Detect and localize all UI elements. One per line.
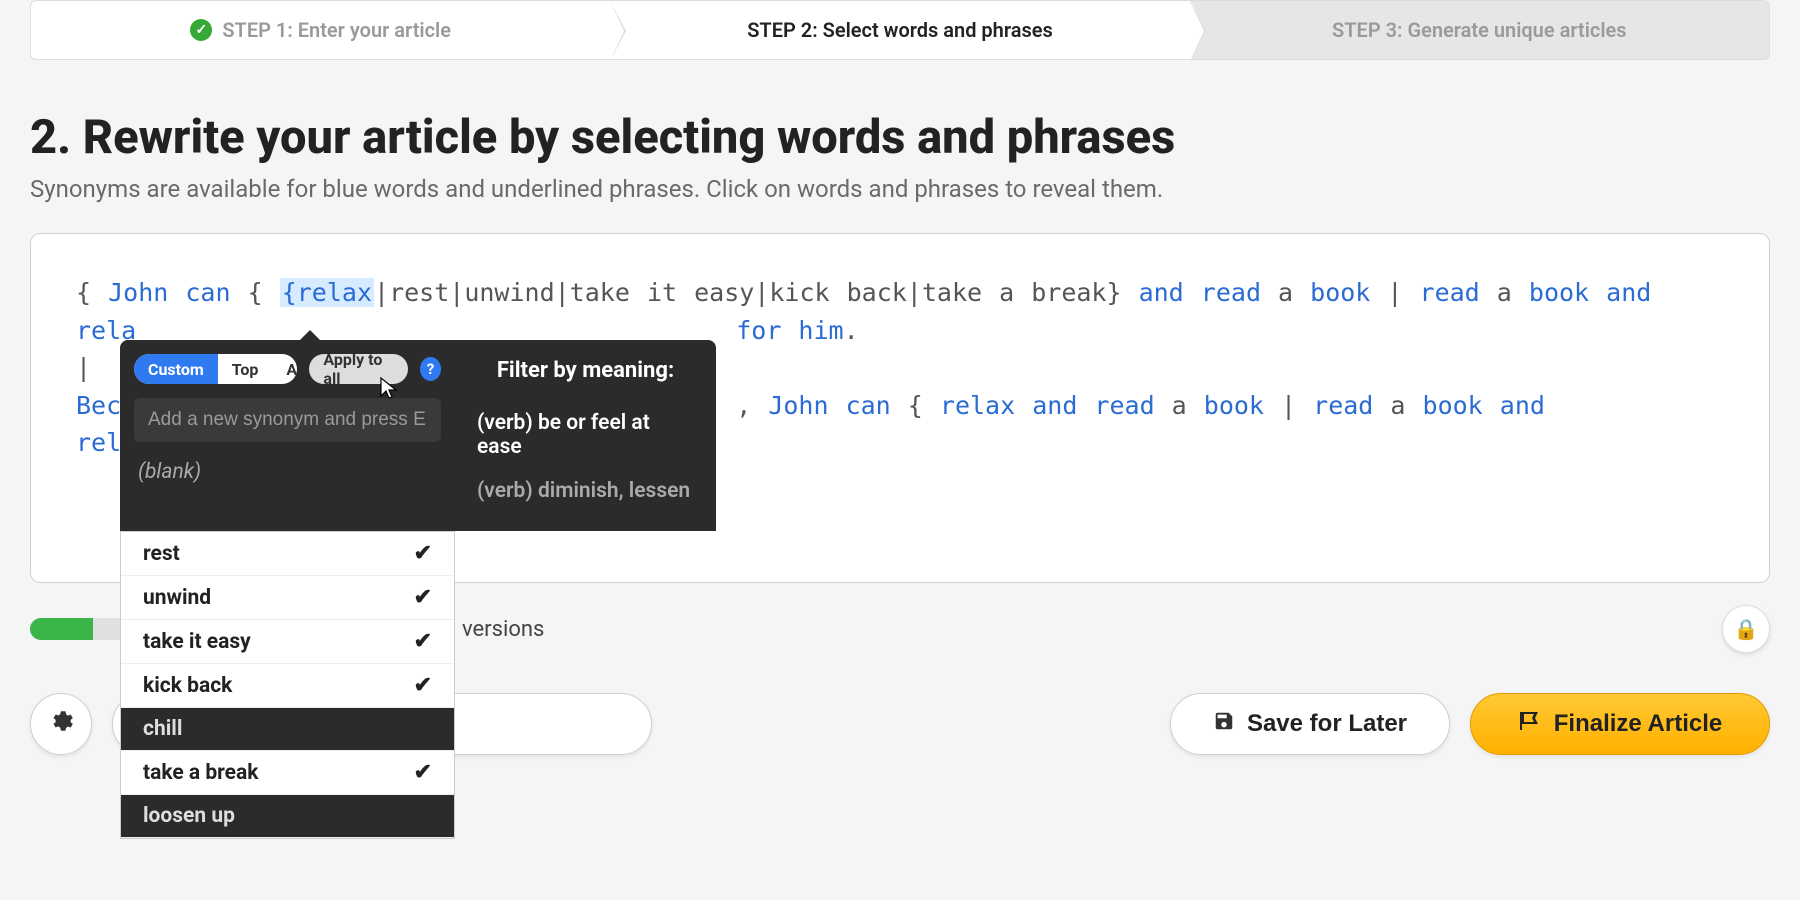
check-icon: ✔ <box>414 629 432 654</box>
word-book-2[interactable]: book <box>1204 391 1264 420</box>
settings-button[interactable] <box>30 693 92 755</box>
phrase-and-read[interactable]: and read <box>1122 278 1261 307</box>
gear-icon <box>48 708 74 741</box>
check-icon: ✔ <box>414 541 432 566</box>
save-icon <box>1213 710 1235 739</box>
step-3-label: STEP 3: Generate unique articles <box>1332 18 1627 42</box>
phrase-john-can[interactable]: John can <box>768 391 890 420</box>
synonym-item[interactable]: take a break ✔ <box>121 751 454 795</box>
tab-top[interactable]: Top <box>218 354 273 384</box>
help-icon: ? <box>427 360 434 378</box>
page-title: 2. Rewrite your article by selecting wor… <box>30 110 1770 165</box>
help-button[interactable]: ? <box>420 357 441 381</box>
synonym-list: rest ✔ unwind ✔ take it easy ✔ kick back ✔ chill… <box>120 531 455 839</box>
word-relax-spin[interactable]: {relax <box>280 278 374 307</box>
finalize-article-button[interactable]: Finalize Article <box>1470 693 1770 755</box>
step-1[interactable]: ✓ STEP 1: Enter your article <box>31 1 610 59</box>
add-synonym-input[interactable] <box>134 398 441 442</box>
meaning-ease[interactable]: (verb) be or feel at ease <box>477 401 694 469</box>
word-can[interactable]: can <box>168 278 230 307</box>
word-john[interactable]: John <box>108 278 168 307</box>
phrase-book-and[interactable]: book and <box>1529 278 1651 307</box>
tab-custom[interactable]: Custom <box>134 354 218 384</box>
step-2-label: STEP 2: Select words and phrases <box>747 18 1053 42</box>
filter-pill-group: Custom Top All <box>134 354 297 384</box>
synonym-item[interactable]: take it easy ✔ <box>121 620 454 664</box>
synonym-item[interactable]: loosen up <box>121 795 454 838</box>
synonym-label: take it easy <box>143 630 251 654</box>
page-subtitle: Synonyms are available for blue words an… <box>30 175 1770 203</box>
check-icon: ✔ <box>414 760 432 785</box>
popover-right: Filter by meaning: (verb) be or feel at … <box>455 340 716 531</box>
lock-icon: 🔒 <box>1734 617 1759 641</box>
save-for-later-button[interactable]: Save for Later <box>1170 693 1450 755</box>
apply-to-all-button[interactable]: Apply to all <box>309 354 407 384</box>
synonym-popover: Custom Top All Apply to all ? (blank) Fi… <box>120 340 716 839</box>
step-2[interactable]: STEP 2: Select words and phrases <box>610 1 1189 59</box>
finalize-label: Finalize Article <box>1554 710 1723 738</box>
progress-fill <box>30 618 93 640</box>
synonym-label: kick back <box>143 674 232 698</box>
pill-row: Custom Top All Apply to all ? <box>134 354 441 384</box>
popover-left: Custom Top All Apply to all ? (blank) <box>120 340 455 531</box>
synonym-item[interactable]: chill <box>121 708 454 751</box>
popover-top: Custom Top All Apply to all ? (blank) Fi… <box>120 340 716 531</box>
synonym-item[interactable]: kick back ✔ <box>121 664 454 708</box>
save-label: Save for Later <box>1247 710 1407 738</box>
tab-all[interactable]: All <box>272 354 297 384</box>
synonym-label: take a break <box>143 761 258 785</box>
check-icon: ✓ <box>190 19 212 41</box>
check-icon: ✔ <box>414 673 432 698</box>
phrase-relax-and-read[interactable]: relax and read <box>940 391 1155 420</box>
flag-icon <box>1518 709 1542 740</box>
step-1-label: STEP 1: Enter your article <box>222 18 451 42</box>
synonym-label: unwind <box>143 586 211 610</box>
phrase-for-him[interactable]: for him <box>736 316 843 345</box>
phrase-book-and-2[interactable]: book and <box>1423 391 1545 420</box>
synonym-label: chill <box>143 717 182 741</box>
synonym-item[interactable]: unwind ✔ <box>121 576 454 620</box>
synonym-item[interactable]: rest ✔ <box>121 532 454 576</box>
synonym-label: loosen up <box>143 804 235 828</box>
word-read-2[interactable]: read <box>1313 391 1373 420</box>
word-book[interactable]: book <box>1310 278 1370 307</box>
step-3[interactable]: STEP 3: Generate unique articles <box>1190 1 1769 59</box>
blank-option[interactable]: (blank) <box>134 442 441 498</box>
lock-button[interactable]: 🔒 <box>1722 605 1770 653</box>
filter-title: Filter by meaning: <box>477 358 694 383</box>
check-icon: ✔ <box>414 585 432 610</box>
word-read[interactable]: read <box>1420 278 1480 307</box>
synonym-label: rest <box>143 542 180 566</box>
meaning-lessen[interactable]: (verb) diminish, lessen <box>477 469 694 513</box>
stepper: ✓ STEP 1: Enter your article STEP 2: Sel… <box>30 0 1770 60</box>
